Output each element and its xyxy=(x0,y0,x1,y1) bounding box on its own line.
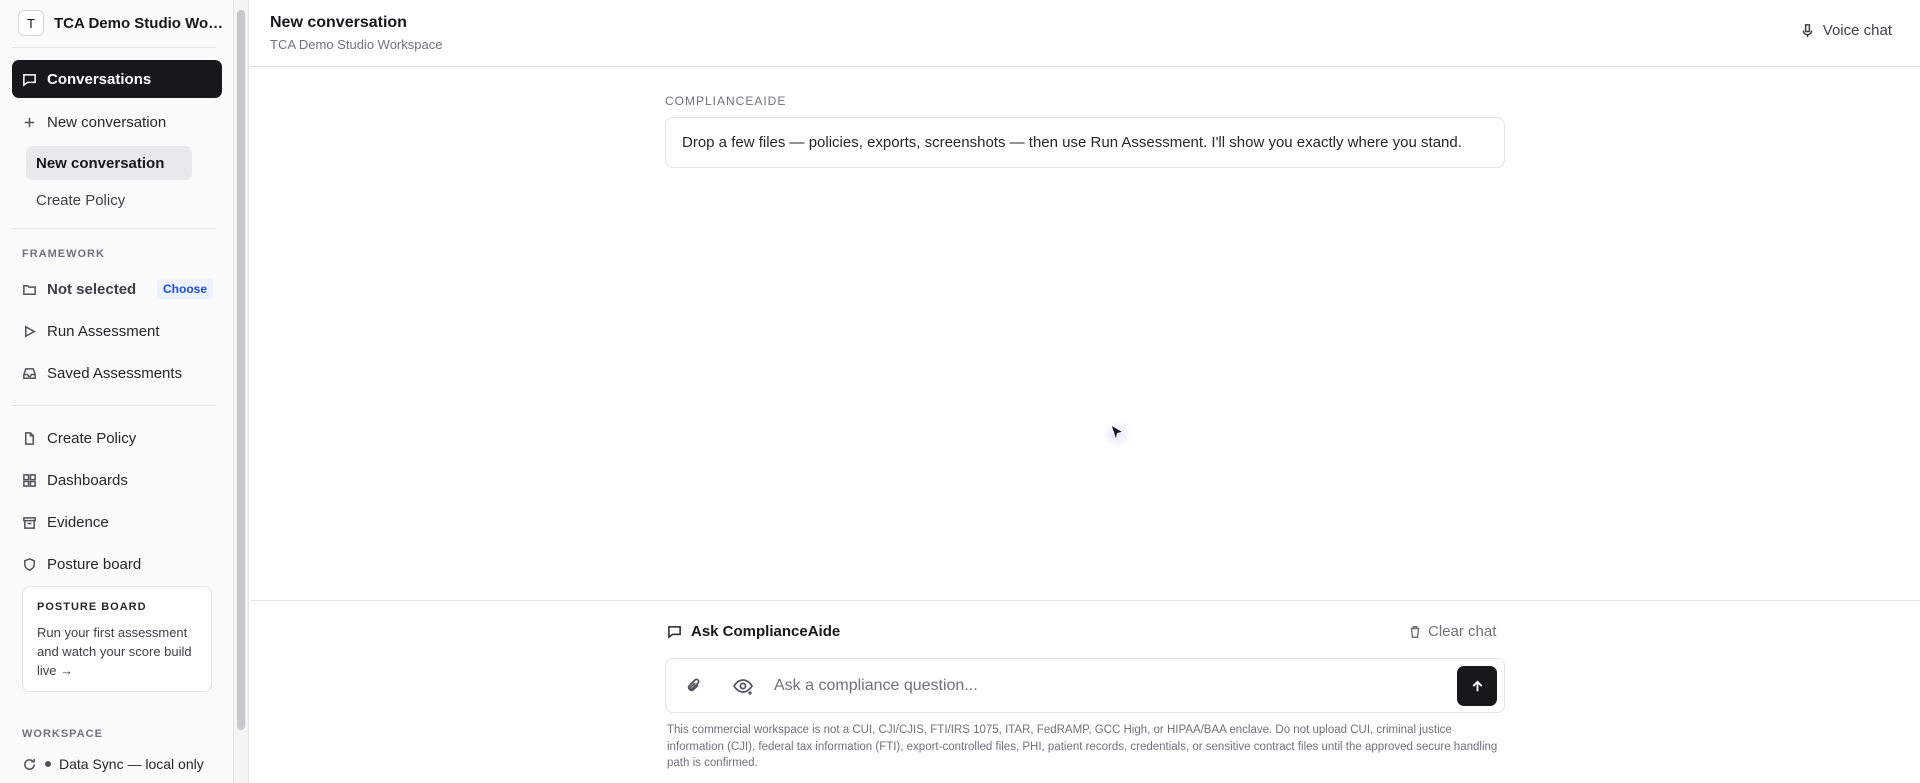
sidebar-item-dashboards[interactable]: Dashboards xyxy=(12,461,222,499)
chat-bubble-icon xyxy=(668,626,681,639)
divider xyxy=(12,47,216,48)
sidebar-item-label: Create Policy xyxy=(47,429,137,447)
disclaimer-text: This commercial workspace is not a CUI, … xyxy=(667,724,1498,769)
data-sync-label: Data Sync — local only xyxy=(59,756,204,772)
new-conversation-button[interactable]: New conversation xyxy=(12,103,222,141)
page-title: New conversation xyxy=(270,14,407,31)
sidebar-item-evidence[interactable]: Evidence xyxy=(12,503,222,541)
posture-board-card: POSTURE BOARD Run your first assessment … xyxy=(22,586,212,692)
conversation-list-item[interactable]: Create Policy xyxy=(26,183,125,217)
choose-framework-button[interactable]: Choose xyxy=(157,279,214,299)
sidebar-item-label: Conversations xyxy=(47,70,152,88)
assistant-message: Drop a few files — policies, exports, sc… xyxy=(665,117,1505,168)
chat-input[interactable] xyxy=(774,672,1434,700)
sidebar-item-run-assessment[interactable]: Run Assessment xyxy=(12,312,222,350)
eye-icon[interactable] xyxy=(732,675,754,697)
sidebar-item-label: Posture board xyxy=(47,555,142,573)
grid-icon xyxy=(23,473,36,487)
section-label-framework: FRAMEWORK xyxy=(22,248,105,260)
header: New conversation TCA Demo Studio Workspa… xyxy=(250,0,1920,67)
play-icon xyxy=(25,325,36,337)
cursor-arrow-icon xyxy=(1110,424,1125,442)
plus-icon xyxy=(24,117,35,127)
sidebar-item-label: Dashboards xyxy=(47,471,128,489)
sidebar-item-posture-board[interactable]: Posture board xyxy=(12,545,222,583)
sidebar-item-conversations[interactable]: Conversations xyxy=(12,60,222,98)
sidebar-item-label: New conversation xyxy=(47,113,167,131)
shield-icon xyxy=(24,557,35,571)
framework-selector[interactable]: Not selected Choose xyxy=(12,274,222,304)
trash-icon xyxy=(1410,625,1420,638)
message-composer xyxy=(665,658,1505,713)
sidebar-item-create-policy[interactable]: Create Policy xyxy=(12,419,222,457)
mouse-cursor xyxy=(1103,420,1131,448)
microphone-icon xyxy=(1802,24,1813,38)
workspace-name: TCA Demo Studio Workspace xyxy=(54,14,224,32)
ask-label: Ask ComplianceAide xyxy=(667,623,840,640)
scrollbar-thumb[interactable] xyxy=(237,10,245,730)
status-dot xyxy=(45,761,51,767)
ask-label-text: Ask ComplianceAide xyxy=(691,623,841,640)
clear-chat-label: Clear chat xyxy=(1428,623,1497,640)
refresh-icon xyxy=(24,758,35,770)
folder-icon xyxy=(23,284,36,295)
voice-chat-label: Voice chat xyxy=(1822,22,1892,39)
sidebar-item-label: Evidence xyxy=(47,513,109,531)
data-sync-status[interactable]: Data Sync — local only xyxy=(22,756,204,772)
divider xyxy=(12,228,216,229)
app-window: T TCA Demo Studio Workspace Conversation… xyxy=(0,0,1920,783)
sidebar: T TCA Demo Studio Workspace Conversation… xyxy=(0,0,234,783)
sidebar-scrollbar[interactable] xyxy=(234,0,249,783)
arrow-up-icon xyxy=(1472,679,1482,691)
conversation-list-item[interactable]: New conversation xyxy=(26,146,192,180)
posture-card-cta[interactable]: Run your first assessment and watch your… xyxy=(37,623,197,680)
workspace-switcher[interactable]: T TCA Demo Studio Workspace xyxy=(18,10,224,36)
voice-chat-button[interactable]: Voice chat xyxy=(1800,22,1892,39)
inbox-icon xyxy=(23,367,36,379)
page-subtitle: TCA Demo Studio Workspace xyxy=(270,37,443,52)
sidebar-item-saved-assessments[interactable]: Saved Assessments xyxy=(12,354,222,392)
divider xyxy=(12,405,216,406)
paperclip-icon[interactable] xyxy=(684,676,704,696)
assistant-name: COMPLIANCEAIDE xyxy=(665,94,787,108)
sidebar-item-label: Run Assessment xyxy=(47,322,160,340)
archive-icon xyxy=(23,516,36,529)
sidebar-item-label: Saved Assessments xyxy=(47,364,183,382)
framework-value: Not selected xyxy=(47,280,137,298)
chat-bubble-icon xyxy=(23,73,36,87)
clear-chat-button[interactable]: Clear chat xyxy=(1408,623,1496,640)
send-button[interactable] xyxy=(1457,666,1497,706)
composer-area: Ask ComplianceAide Clear chat This comme… xyxy=(250,600,1920,783)
workspace-avatar: T xyxy=(18,10,44,36)
section-label-workspace: WORKSPACE xyxy=(22,728,103,740)
document-icon xyxy=(25,431,34,445)
assistant-message-text: Drop a few files — policies, exports, sc… xyxy=(682,134,1462,151)
posture-card-title: POSTURE BOARD xyxy=(37,601,147,613)
